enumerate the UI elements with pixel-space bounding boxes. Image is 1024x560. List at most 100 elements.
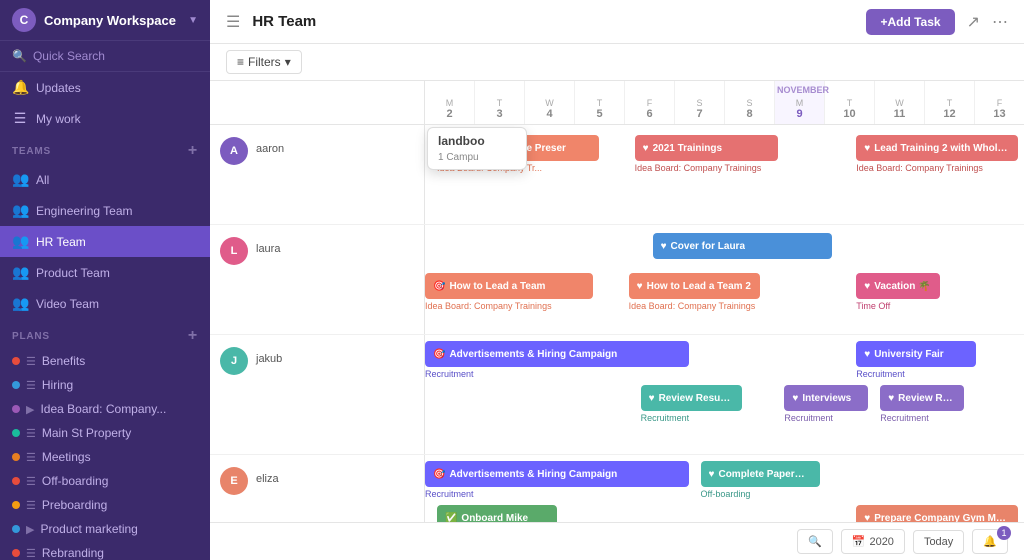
table-row: L laura ♥ Cover for Laura 🎯 How to Lead …	[210, 225, 1024, 335]
task-icon: 🎯	[433, 349, 445, 360]
sidebar-item-video[interactable]: 👥 Video Team	[0, 288, 210, 319]
person-cell-jakub: J jakub	[210, 335, 425, 454]
date-col: S7	[675, 81, 725, 124]
sidebar-item-product[interactable]: 👥 Product Team	[0, 257, 210, 288]
task-icon: ♥	[661, 241, 667, 252]
plan-label: Benefits	[42, 354, 85, 368]
task-subtitle: Recruitment	[880, 413, 964, 423]
hamburger-icon[interactable]: ☰	[226, 12, 240, 32]
task-icon: 🎯	[433, 469, 445, 480]
team-icon: 👥	[12, 295, 28, 312]
person-name: aaron	[256, 137, 284, 155]
workspace-name: Company Workspace	[44, 13, 180, 28]
sidebar-item-updates[interactable]: 🔔 Updates	[0, 72, 210, 103]
sidebar-item-all[interactable]: 👥 All	[0, 164, 210, 195]
sidebar-item-label: Video Team	[36, 297, 99, 311]
plan-item-hiring[interactable]: ☰ Hiring	[0, 373, 210, 397]
task-bar[interactable]: ♥ Interviews	[784, 385, 868, 411]
calendar-year-button[interactable]: 📅 2020	[841, 529, 905, 554]
task-name: Lead Training 2 with Whole Team	[874, 143, 1010, 154]
table-row: A aaron landboo 1 Campu 🎯 New Employee P…	[210, 125, 1024, 225]
plan-list-icon: ☰	[26, 475, 36, 488]
quick-search-label: Quick Search	[33, 49, 105, 63]
chevron-right-icon: ▶	[26, 403, 34, 416]
task-bar[interactable]: ♥ University Fair	[856, 341, 976, 367]
share-icon[interactable]: ↗	[967, 12, 980, 32]
plan-item-meetings[interactable]: ☰ Meetings	[0, 445, 210, 469]
plan-item-benefits[interactable]: ☰ Benefits	[0, 349, 210, 373]
task-bar[interactable]: ♥ Vacation 🌴	[856, 273, 940, 299]
task-subtitle: Idea Board: Company Trainings	[425, 301, 593, 311]
sidebar-item-hr[interactable]: 👥 HR Team	[0, 226, 210, 257]
timeline-dates: M2 T3 W4 T5 F6 S7 S8 NOVEMBERM9 T10 W11 …	[425, 81, 1024, 124]
task-bar[interactable]: 🎯 Advertisements & Hiring Campaign	[425, 341, 689, 367]
zoom-button[interactable]: 🔍	[797, 529, 833, 554]
bell-icon: 🔔	[983, 535, 997, 548]
task-subtitle: Off-boarding	[701, 489, 821, 499]
add-task-button[interactable]: +Add Task	[866, 9, 954, 35]
task-row-laura: ♥ Cover for Laura 🎯 How to Lead a Team I…	[425, 225, 1024, 334]
task-bar[interactable]: ♥ Review Resumes	[641, 385, 743, 411]
notification-badge: 1	[997, 526, 1011, 540]
task-name: Vacation 🌴	[874, 281, 930, 292]
plan-item-rebranding[interactable]: ☰ Rebranding	[0, 541, 210, 560]
notification-button[interactable]: 🔔 1	[972, 529, 1008, 554]
task-bar[interactable]: 🎯 How to Lead a Team	[425, 273, 593, 299]
plan-list-icon: ☰	[26, 499, 36, 512]
task-bar[interactable]: 🎯 Advertisements & Hiring Campaign	[425, 461, 689, 487]
plan-dot	[12, 525, 20, 533]
chevron-down-icon: ▼	[188, 15, 198, 26]
plan-label: Hiring	[42, 378, 73, 392]
plan-item-product-marketing[interactable]: ▶ Product marketing	[0, 517, 210, 541]
filters-button[interactable]: ≡ Filters ▾	[226, 50, 302, 74]
add-plan-button[interactable]: +	[188, 327, 198, 345]
table-row: J jakub 🎯 Advertisements & Hiring Campai…	[210, 335, 1024, 455]
today-button[interactable]: Today	[913, 530, 964, 554]
task-row-eliza: 🎯 Advertisements & Hiring Campaign Recru…	[425, 455, 1024, 522]
date-col: F13	[975, 81, 1024, 124]
add-team-button[interactable]: +	[188, 142, 198, 160]
task-bar[interactable]: ♥ 2021 Trainings	[635, 135, 779, 161]
plan-list-icon: ☰	[26, 379, 36, 392]
task-bar[interactable]: ♥ Prepare Company Gym Memberships	[856, 505, 1018, 522]
task-name: Advertisements & Hiring Campaign	[449, 349, 617, 360]
task-name: Review Resumes	[659, 393, 735, 404]
task-bar[interactable]: ✅ Onboard Mike	[437, 505, 557, 522]
task-name: Complete Paperwork	[718, 469, 812, 480]
more-options-icon[interactable]: ⋯	[992, 12, 1008, 32]
sidebar-item-mywork[interactable]: ☰ My work	[0, 103, 210, 134]
task-subtitle: Recruitment	[641, 413, 743, 423]
task-name: Onboard Mike	[461, 513, 528, 523]
task-bar[interactable]: ♥ Cover for Laura	[653, 233, 833, 259]
task-icon: ♥	[792, 393, 798, 404]
plan-dot	[12, 549, 20, 557]
search-icon: 🔍	[808, 535, 822, 548]
task-name: Cover for Laura	[671, 241, 745, 252]
sidebar-item-label: My work	[36, 112, 81, 126]
task-bar[interactable]: ♥ Complete Paperwork	[701, 461, 821, 487]
quick-search-item[interactable]: 🔍 Quick Search	[0, 41, 210, 72]
sidebar-item-label: Updates	[36, 81, 81, 95]
plan-item-preboarding[interactable]: ☰ Preboarding	[0, 493, 210, 517]
person-name: jakub	[256, 347, 282, 365]
plan-list-icon: ☰	[26, 355, 36, 368]
task-icon: ♥	[864, 143, 870, 154]
task-bar[interactable]: ♥ Lead Training 2 with Whole Team	[856, 135, 1018, 161]
person-cell-aaron: A aaron	[210, 125, 425, 224]
bottom-bar: 🔍 📅 2020 Today 🔔 1	[210, 522, 1024, 560]
timeline-wrapper: M2 T3 W4 T5 F6 S7 S8 NOVEMBERM9 T10 W11 …	[210, 81, 1024, 522]
task-bar[interactable]: ♥ Review Resumes	[880, 385, 964, 411]
person-name: eliza	[256, 467, 279, 485]
plan-item-idea-board[interactable]: ▶ Idea Board: Company...	[0, 397, 210, 421]
task-icon: ♥	[637, 281, 643, 292]
plan-dot	[12, 405, 20, 413]
plan-label: Idea Board: Company...	[40, 402, 166, 416]
workspace-header[interactable]: C Company Workspace ▼	[0, 0, 210, 41]
task-name: Prepare Company Gym Memberships	[874, 513, 1010, 523]
sidebar-item-engineering[interactable]: 👥 Engineering Team	[0, 195, 210, 226]
plan-item-main-st[interactable]: ☰ Main St Property	[0, 421, 210, 445]
plan-item-offboarding[interactable]: ☰ Off-boarding	[0, 469, 210, 493]
avatar: A	[220, 137, 248, 165]
task-name: University Fair	[874, 349, 943, 360]
task-bar[interactable]: ♥ How to Lead a Team 2	[629, 273, 761, 299]
